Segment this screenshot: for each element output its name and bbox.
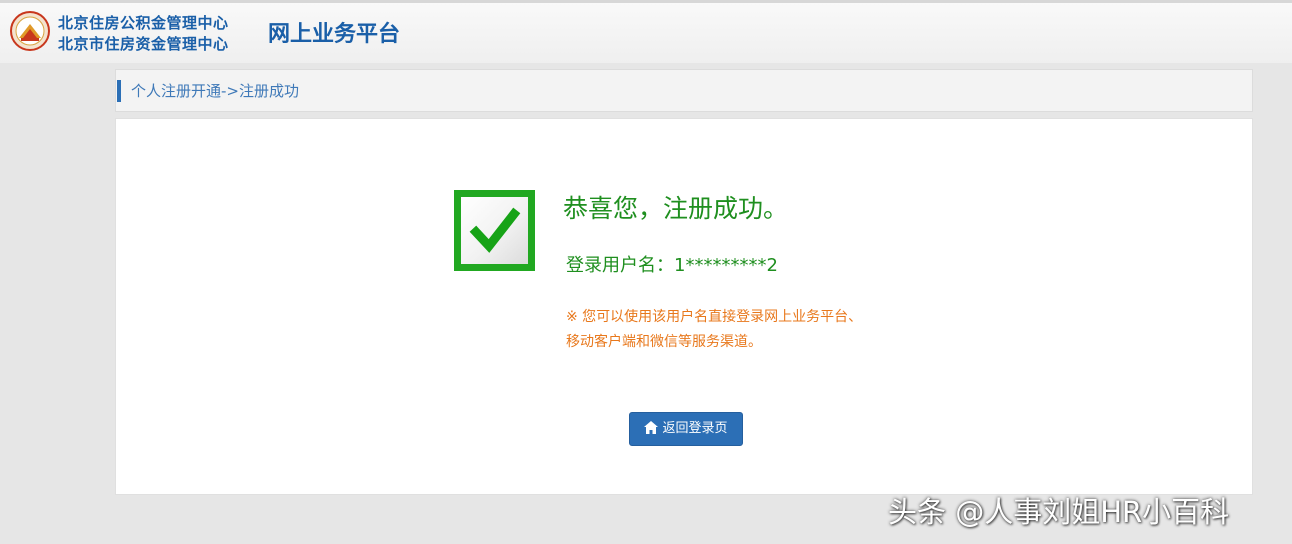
back-to-login-button[interactable]: 返回登录页 xyxy=(629,412,743,446)
usage-note-line-1: ※ 您可以使用该用户名直接登录网上业务平台、 xyxy=(566,309,863,325)
login-username: 登录用户名：1*********2 xyxy=(566,255,778,276)
result-panel: 恭喜您，注册成功。 登录用户名：1*********2 ※ 您可以使用该用户名直… xyxy=(115,118,1253,495)
breadcrumb-text: 个人注册开通->注册成功 xyxy=(131,82,299,100)
watermark: 头条 @人事刘姐HR小百科 xyxy=(888,495,1230,529)
success-title: 恭喜您，注册成功。 xyxy=(563,194,789,223)
org-names: 北京住房公积金管理中心 北京市住房资金管理中心 xyxy=(58,13,229,55)
home-icon xyxy=(644,421,659,434)
back-to-login-label: 返回登录页 xyxy=(662,421,728,436)
housing-fund-logo-icon xyxy=(10,11,50,51)
top-header: 北京住房公积金管理中心 北京市住房资金管理中心 网上业务平台 xyxy=(0,0,1292,63)
usage-note: ※ 您可以使用该用户名直接登录网上业务平台、 移动客户端和微信等服务渠道。 xyxy=(566,305,862,355)
breadcrumb: 个人注册开通->注册成功 xyxy=(115,69,1253,112)
platform-title: 网上业务平台 xyxy=(268,22,401,47)
org-name-primary: 北京住房公积金管理中心 xyxy=(58,14,229,32)
success-checkmark-icon xyxy=(454,190,535,271)
usage-note-line-2: 移动客户端和微信等服务渠道。 xyxy=(566,334,762,350)
org-name-secondary: 北京市住房资金管理中心 xyxy=(58,35,229,53)
checkmark-glyph xyxy=(469,207,521,253)
breadcrumb-accent-bar xyxy=(117,80,121,102)
